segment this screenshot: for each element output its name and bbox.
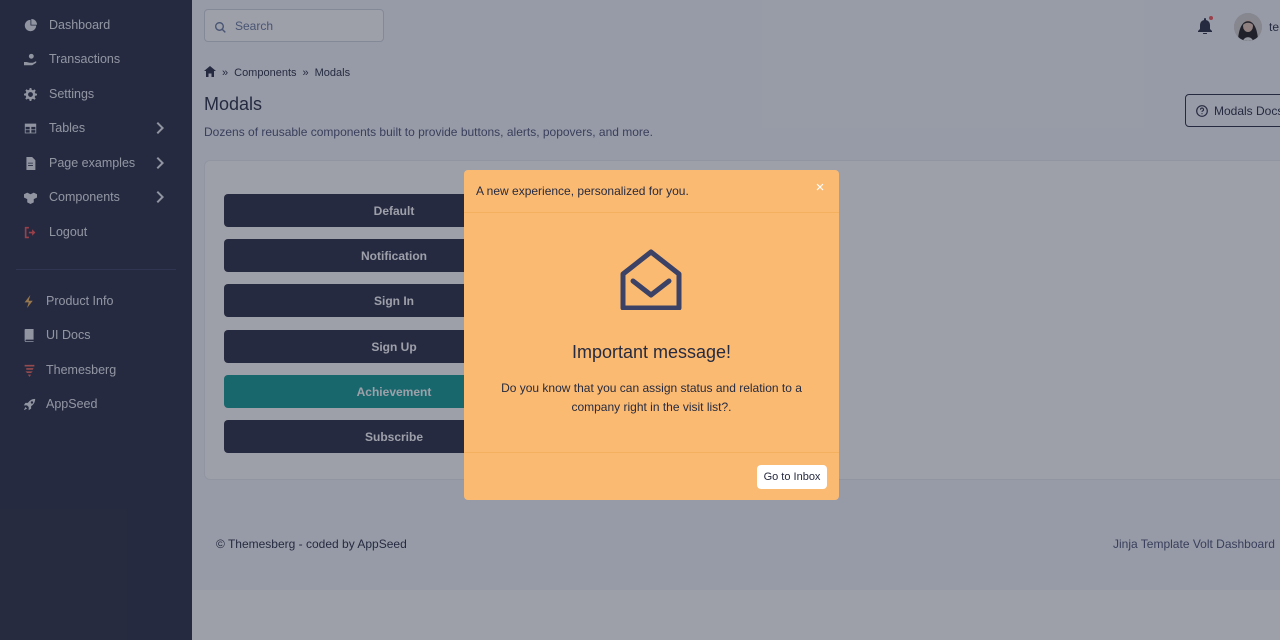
modal-title: Important message! — [571, 342, 732, 362]
modal-header-text: A new experience, personalized for you. — [476, 184, 689, 198]
go-to-inbox-button[interactable]: Go to Inbox — [757, 465, 827, 489]
modal-body-text: Do you know that you can assign status a… — [501, 381, 802, 414]
modal-header: A new experience, personalized for you. … — [464, 170, 839, 213]
notification-modal: A new experience, personalized for you. … — [464, 170, 839, 500]
close-icon[interactable]: × — [812, 180, 828, 196]
envelope-open-icon — [620, 248, 682, 311]
modal-footer: Go to Inbox — [464, 452, 839, 500]
